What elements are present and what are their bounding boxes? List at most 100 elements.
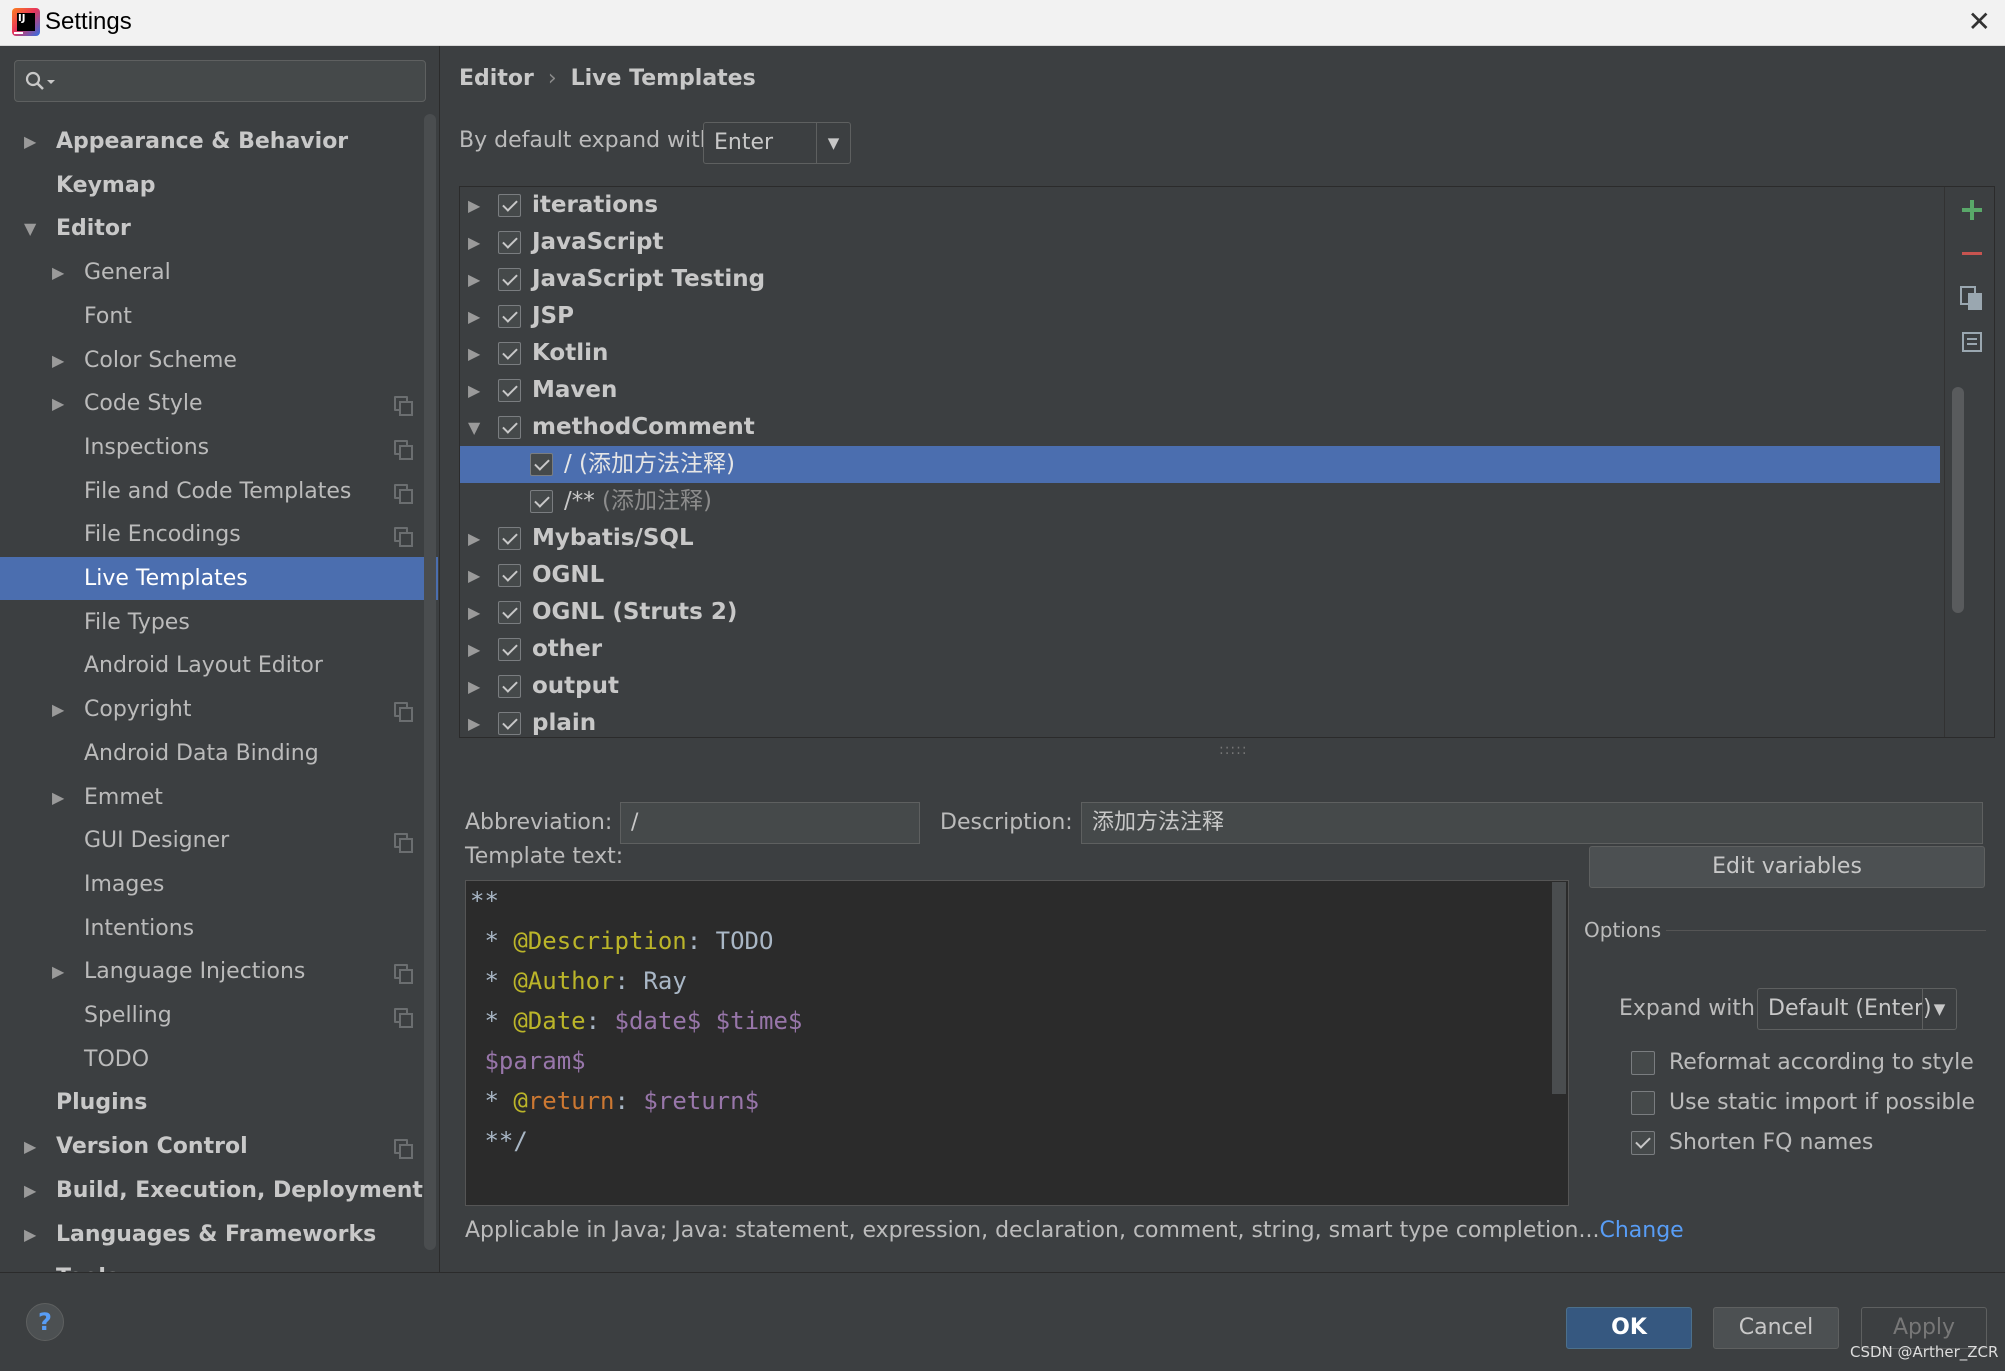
template-text-editor[interactable]: ** * @Description: TODO * @Author: Ray *… (465, 880, 1569, 1206)
template-row[interactable]: / (添加方法注释) (460, 446, 1940, 483)
template-checkbox[interactable] (530, 453, 553, 476)
template-group-row[interactable]: ▶ iterations (460, 187, 1940, 224)
plus-icon[interactable] (1959, 197, 1985, 223)
expand-arrow-right-icon[interactable]: ▶ (24, 1125, 36, 1168)
sidebar-item[interactable]: ▶ Tools (0, 1256, 438, 1272)
expand-arrow-right-icon[interactable]: ▶ (24, 120, 36, 163)
sidebar-item[interactable]: ▶ Build, Execution, Deployment (0, 1169, 438, 1212)
sidebar-item[interactable]: Keymap (0, 164, 438, 207)
sidebar-item[interactable]: ▶ Code Style (0, 382, 438, 425)
expand-arrow-right-icon[interactable]: ▶ (52, 776, 64, 819)
static-import-checkbox[interactable] (1631, 1091, 1655, 1115)
sidebar-item[interactable]: Live Templates (0, 557, 438, 600)
sidebar-item[interactable]: Plugins (0, 1081, 438, 1124)
expand-arrow-right-icon[interactable]: ▶ (468, 520, 480, 557)
ok-button[interactable]: OK (1566, 1307, 1692, 1349)
sidebar-item[interactable]: ▼ Editor (0, 207, 438, 250)
template-checkbox[interactable] (498, 638, 521, 661)
expand-arrow-right-icon[interactable]: ▶ (52, 950, 64, 993)
template-group-row[interactable]: ▶ OGNL (Struts 2) (460, 594, 1940, 631)
expand-arrow-right-icon[interactable]: ▶ (468, 705, 480, 737)
expand-arrow-right-icon[interactable]: ▶ (468, 224, 480, 261)
edit-variables-button[interactable]: Edit variables (1589, 846, 1985, 888)
sidebar-item[interactable]: TODO (0, 1038, 438, 1081)
sidebar-item[interactable]: ▶ Languages & Frameworks (0, 1213, 438, 1256)
template-checkbox[interactable] (498, 416, 521, 439)
expand-arrow-right-icon[interactable]: ▶ (468, 668, 480, 705)
expand-arrow-right-icon[interactable]: ▶ (52, 382, 64, 425)
expand-arrow-down-icon[interactable]: ▼ (24, 207, 36, 250)
template-checkbox[interactable] (498, 342, 521, 365)
sidebar-item[interactable]: Intentions (0, 907, 438, 950)
sidebar-scrollbar[interactable] (424, 114, 436, 1250)
template-checkbox[interactable] (498, 527, 521, 550)
sidebar-item[interactable]: GUI Designer (0, 819, 438, 862)
splitter-handle[interactable]: ::::: (1219, 742, 1248, 758)
template-group-row[interactable]: ▶ other (460, 631, 1940, 668)
sidebar-item[interactable]: ▶ Color Scheme (0, 339, 438, 382)
description-field[interactable]: 添加方法注释 (1081, 802, 1983, 844)
template-group-row[interactable]: ▶ Maven (460, 372, 1940, 409)
cancel-button[interactable]: Cancel (1713, 1307, 1839, 1349)
template-group-row[interactable]: ▶ output (460, 668, 1940, 705)
template-checkbox[interactable] (498, 564, 521, 587)
sidebar-item[interactable]: File and Code Templates (0, 470, 438, 513)
expand-arrow-right-icon[interactable]: ▶ (468, 261, 480, 298)
expand-arrow-right-icon[interactable]: ▶ (468, 557, 480, 594)
expand-arrow-right-icon[interactable]: ▶ (468, 187, 480, 224)
expand-arrow-right-icon[interactable]: ▶ (468, 335, 480, 372)
shorten-fq-checkbox[interactable] (1631, 1131, 1655, 1155)
sidebar-item[interactable]: Spelling (0, 994, 438, 1037)
template-checkbox[interactable] (498, 305, 521, 328)
template-row[interactable]: /** (添加注释) (460, 483, 1940, 520)
expand-arrow-right-icon[interactable]: ▶ (468, 594, 480, 631)
sidebar-item[interactable]: Inspections (0, 426, 438, 469)
sidebar-item[interactable]: ▶ Appearance & Behavior (0, 120, 438, 163)
close-icon[interactable]: ✕ (1968, 8, 1991, 36)
copy-icon[interactable] (1959, 285, 1985, 311)
expand-arrow-right-icon[interactable]: ▶ (468, 298, 480, 335)
expand-arrow-right-icon[interactable]: ▶ (468, 372, 480, 409)
expand-arrow-right-icon[interactable]: ▶ (24, 1169, 36, 1212)
sidebar-item[interactable]: ▶ Copyright (0, 688, 438, 731)
settings-search-input[interactable] (14, 60, 426, 102)
sidebar-item[interactable]: Android Layout Editor (0, 644, 438, 687)
sidebar-item[interactable]: ▶ Emmet (0, 776, 438, 819)
template-group-row[interactable]: ▼ methodComment (460, 409, 1940, 446)
abbreviation-field[interactable]: / (620, 802, 920, 844)
expand-arrow-right-icon[interactable]: ▶ (24, 1256, 36, 1272)
expand-arrow-right-icon[interactable]: ▶ (24, 1213, 36, 1256)
sidebar-item[interactable]: Android Data Binding (0, 732, 438, 775)
expand-arrow-right-icon[interactable]: ▶ (52, 688, 64, 731)
sidebar-item[interactable]: ▶ Version Control (0, 1125, 438, 1168)
expand-arrow-right-icon[interactable]: ▶ (468, 631, 480, 668)
sidebar-item[interactable]: Images (0, 863, 438, 906)
expand-with-combo[interactable]: Default (Enter) ▼ (1757, 988, 1957, 1030)
reformat-checkbox[interactable] (1631, 1051, 1655, 1075)
template-group-row[interactable]: ▶ plain (460, 705, 1940, 737)
template-group-row[interactable]: ▶ JSP (460, 298, 1940, 335)
template-checkbox[interactable] (498, 712, 521, 735)
expand-arrow-right-icon[interactable]: ▶ (52, 251, 64, 294)
template-checkbox[interactable] (498, 379, 521, 402)
breadcrumb-parent[interactable]: Editor (459, 66, 534, 91)
expand-arrow-right-icon[interactable]: ▶ (52, 339, 64, 382)
sidebar-item[interactable]: ▶ General (0, 251, 438, 294)
sidebar-item[interactable]: File Types (0, 601, 438, 644)
sidebar-item[interactable]: File Encodings (0, 513, 438, 556)
help-icon[interactable]: ? (26, 1303, 64, 1341)
default-expand-combo[interactable]: Enter ▼ (703, 122, 851, 164)
template-group-row[interactable]: ▶ Mybatis/SQL (460, 520, 1940, 557)
change-contexts-link[interactable]: Change (1599, 1218, 1683, 1243)
template-group-row[interactable]: ▶ JavaScript (460, 224, 1940, 261)
minus-icon[interactable] (1959, 241, 1985, 267)
sidebar-item[interactable]: ▶ Language Injections (0, 950, 438, 993)
editor-scrollbar[interactable] (1552, 882, 1566, 1094)
template-group-row[interactable]: ▶ Kotlin (460, 335, 1940, 372)
template-checkbox[interactable] (498, 601, 521, 624)
template-checkbox[interactable] (498, 231, 521, 254)
sidebar-item[interactable]: Font (0, 295, 438, 338)
template-checkbox[interactable] (530, 490, 553, 513)
expand-arrow-down-icon[interactable]: ▼ (468, 409, 480, 446)
template-group-row[interactable]: ▶ OGNL (460, 557, 1940, 594)
